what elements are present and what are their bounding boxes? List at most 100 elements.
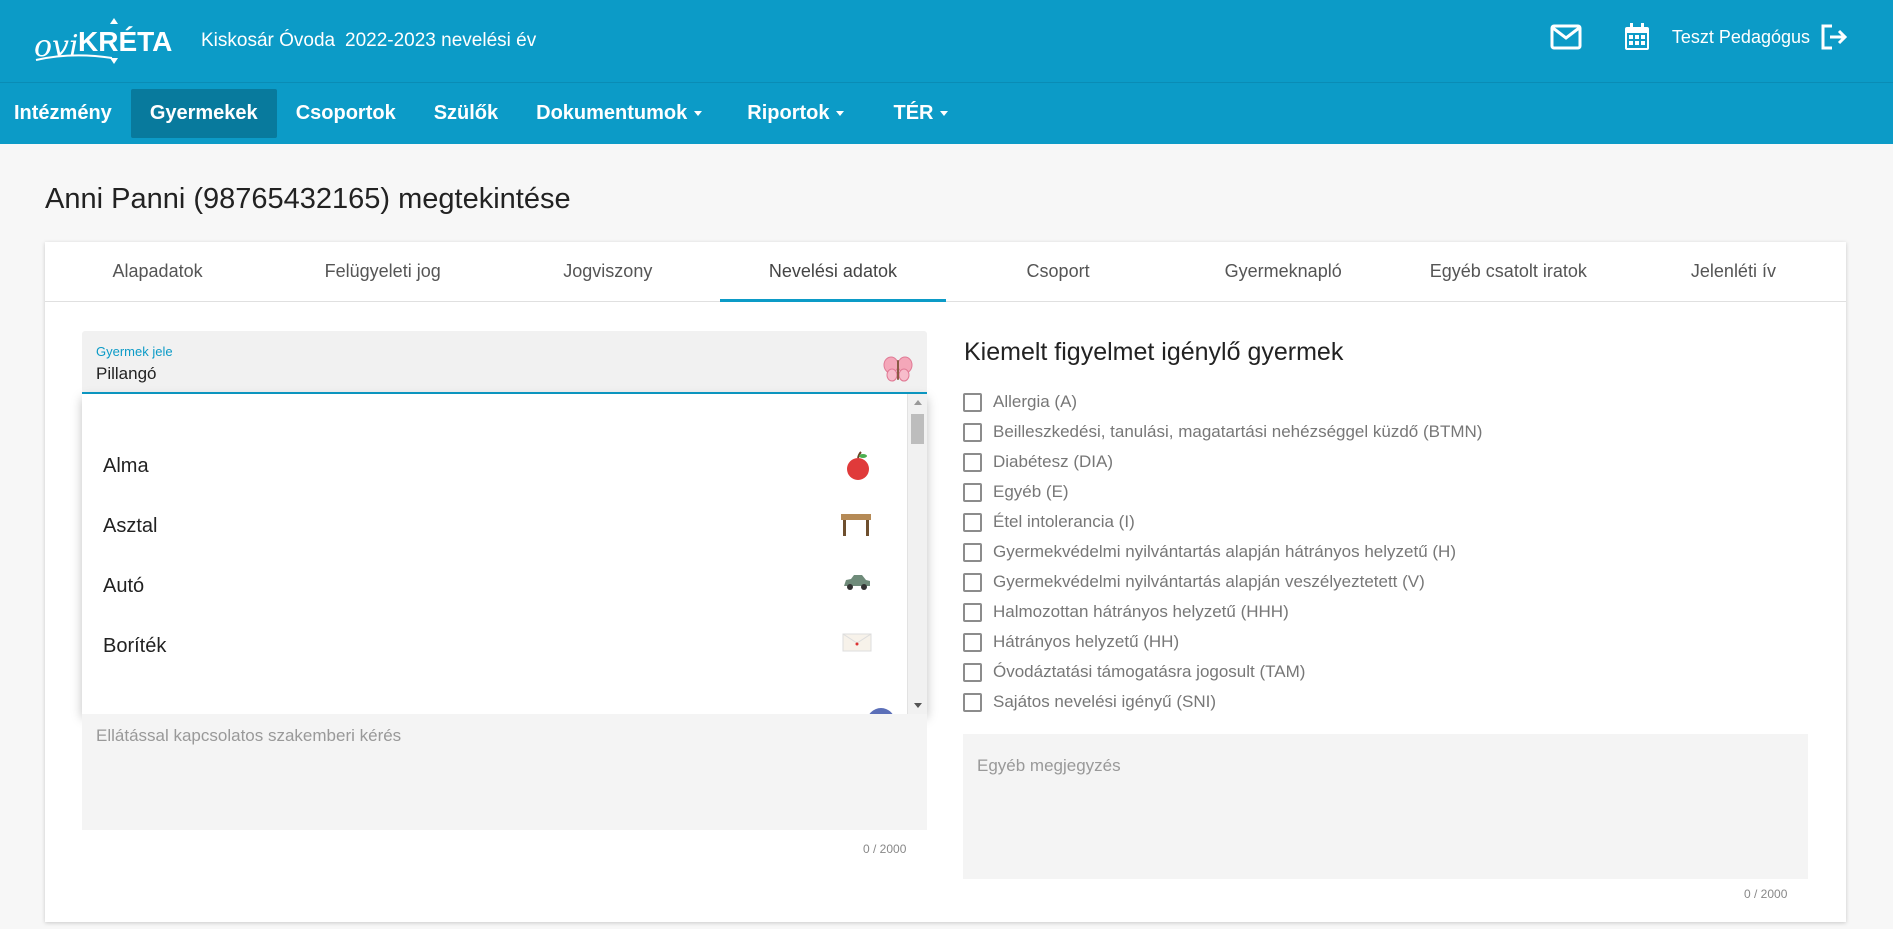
checkbox-label: Diabétesz (DIA) [993, 452, 1113, 471]
checkbox-veszelyeztetett-v[interactable]: Gyermekvédelmi nyilvántartás alapján ves… [963, 567, 1482, 597]
checkbox-allergia[interactable]: Allergia (A) [963, 387, 1482, 417]
nav-label: Csoportok [295, 102, 396, 124]
checkbox-label: Sajátos nevelési igényű (SNI) [993, 692, 1217, 711]
nav-label: Intézmény [14, 102, 112, 124]
special-attention-title: Kiemelt figyelmet igénylő gyermek [964, 338, 1344, 366]
nav-label: Gyermekek [149, 102, 258, 124]
svg-text:KRÉTA: KRÉTA [78, 26, 172, 57]
scroll-down-icon[interactable] [914, 703, 922, 708]
checkbox-box[interactable] [963, 662, 982, 682]
page-title: Anni Panni (98765432165) megtekintése [45, 183, 571, 215]
checkbox-etel-intolerancia[interactable]: Étel intolerancia (I) [963, 507, 1482, 537]
other-note-placeholder: Egyéb megjegyzés [977, 756, 1121, 775]
checkbox-box[interactable] [963, 692, 982, 712]
checkbox-box[interactable] [963, 482, 982, 502]
caret-down-icon [836, 111, 845, 116]
butterfly-icon [883, 356, 913, 382]
special-attention-list: Allergia (A) Beilleszkedési, tanulási, m… [963, 387, 1482, 717]
option-boritek[interactable]: Boríték [82, 616, 907, 676]
apple-icon [847, 451, 869, 480]
nav-label: Dokumentumok [536, 102, 688, 124]
care-request-counter: 0 / 2000 [863, 842, 907, 856]
calendar-icon[interactable] [1623, 22, 1651, 52]
nav-label: Riportok [747, 102, 830, 124]
logout-icon[interactable] [1820, 24, 1848, 50]
option-label: Asztal [103, 514, 158, 537]
main-nav: Intézmény Gyermekek Csoportok Szülők Dok… [0, 82, 1893, 144]
tab-felugyeleti-jog[interactable]: Felügyeleti jog [270, 242, 495, 301]
checkbox-label: Hátrányos helyzetű (HH) [993, 632, 1180, 651]
table-icon [841, 514, 871, 536]
school-year: 2022-2023 nevelési év [345, 30, 537, 51]
checkbox-label: Óvodáztatási támogatásra jogosult (TAM) [993, 662, 1306, 681]
tab-alapadatok[interactable]: Alapadatok [45, 242, 270, 301]
checkbox-label: Egyéb (E) [993, 482, 1069, 501]
child-details-card: Alapadatok Felügyeleti jog Jogviszony Ne… [45, 242, 1846, 922]
checkbox-hatranyos-h[interactable]: Gyermekvédelmi nyilvántartás alapján hát… [963, 537, 1482, 567]
checkbox-sni[interactable]: Sajátos nevelési igényű (SNI) [963, 687, 1482, 717]
tab-bar: Alapadatok Felügyeleti jog Jogviszony Ne… [45, 242, 1846, 302]
option-label: Alma [103, 454, 149, 477]
dropdown-scrollbar[interactable] [907, 394, 927, 714]
envelope-icon [842, 633, 872, 652]
checkbox-tam[interactable]: Óvodáztatási támogatásra jogosult (TAM) [963, 657, 1482, 687]
checkbox-box[interactable] [963, 542, 982, 562]
tab-egyeb-csatolt-iratok[interactable]: Egyéb csatolt iratok [1396, 242, 1621, 301]
tab-jogviszony[interactable]: Jogviszony [495, 242, 720, 301]
checkbox-box[interactable] [963, 602, 982, 622]
child-symbol-select[interactable]: Gyermek jele Pillangó [82, 331, 927, 394]
user-name[interactable]: Teszt Pedagógus [1672, 27, 1810, 48]
scroll-thumb[interactable] [911, 414, 924, 444]
caret-down-icon [940, 111, 949, 116]
option-label: Boríték [103, 634, 167, 657]
option-label: Autó [103, 574, 145, 597]
checkbox-box[interactable] [963, 392, 982, 412]
top-header: ovi KRÉTA Kiskosár Óvoda 2022-2023 nevel… [0, 0, 1893, 82]
other-note-textarea[interactable]: Egyéb megjegyzés [963, 734, 1808, 879]
checkbox-hhh[interactable]: Halmozottan hátrányos helyzetű (HHH) [963, 597, 1482, 627]
tab-gyermeknaplo[interactable]: Gyermeknapló [1171, 242, 1396, 301]
checkbox-label: Halmozottan hátrányos helyzetű (HHH) [993, 602, 1289, 621]
tab-jelenleti-iv[interactable]: Jelenléti ív [1621, 242, 1846, 301]
checkbox-label: Étel intolerancia (I) [993, 512, 1135, 531]
care-request-textarea[interactable]: Ellátással kapcsolatos szakemberi kérés [82, 714, 927, 830]
nav-ter[interactable]: TÉR [863, 83, 967, 144]
other-note-counter: 0 / 2000 [1744, 887, 1788, 901]
checkbox-egyeb[interactable]: Egyéb (E) [963, 477, 1482, 507]
checkbox-hh[interactable]: Hátrányos helyzetű (HH) [963, 627, 1482, 657]
checkbox-box[interactable] [963, 572, 982, 592]
option-auto[interactable]: Autó [82, 556, 907, 616]
checkbox-label: Gyermekvédelmi nyilvántartás alapján ves… [993, 572, 1425, 591]
institution-name: Kiskosár Óvoda [201, 30, 336, 51]
ovikreta-logo[interactable]: ovi KRÉTA [32, 14, 184, 68]
checkbox-box[interactable] [963, 422, 982, 442]
mail-icon[interactable] [1550, 24, 1582, 50]
checkbox-label: Allergia (A) [993, 392, 1078, 411]
nav-label: Szülők [433, 102, 499, 124]
nav-intezmeny[interactable]: Intézmény [0, 83, 131, 144]
checkbox-box[interactable] [963, 632, 982, 652]
nav-dokumentumok[interactable]: Dokumentumok [517, 83, 721, 144]
caret-down-icon [694, 111, 703, 116]
checkbox-btmn[interactable]: Beilleszkedési, tanulási, magatartási ne… [963, 417, 1482, 447]
nav-riportok[interactable]: Riportok [721, 83, 863, 144]
car-icon [844, 575, 870, 590]
checkbox-box[interactable] [963, 512, 982, 532]
checkbox-label: Beilleszkedési, tanulási, magatartási ne… [993, 422, 1483, 441]
nav-szulok[interactable]: Szülők [415, 83, 517, 144]
scroll-up-icon[interactable] [914, 400, 922, 405]
checkbox-dia[interactable]: Diabétesz (DIA) [963, 447, 1482, 477]
checkbox-label: Gyermekvédelmi nyilvántartás alapján hát… [993, 542, 1456, 561]
tab-nevelesi-adatok[interactable]: Nevelési adatok [720, 242, 946, 302]
care-request-placeholder: Ellátással kapcsolatos szakemberi kérés [96, 726, 402, 745]
tab-csoport[interactable]: Csoport [946, 242, 1171, 301]
checkbox-box[interactable] [963, 452, 982, 472]
option-asztal[interactable]: Asztal [82, 496, 907, 556]
nav-gyermekek[interactable]: Gyermekek [130, 89, 277, 138]
child-symbol-label: Gyermek jele [96, 344, 173, 359]
nav-label: TÉR [893, 102, 934, 124]
child-symbol-value: Pillangó [96, 364, 157, 383]
option-alma[interactable]: Alma [82, 436, 907, 496]
child-symbol-dropdown: Alma Asztal Autó Boríték [82, 394, 927, 714]
nav-csoportok[interactable]: Csoportok [277, 83, 415, 144]
